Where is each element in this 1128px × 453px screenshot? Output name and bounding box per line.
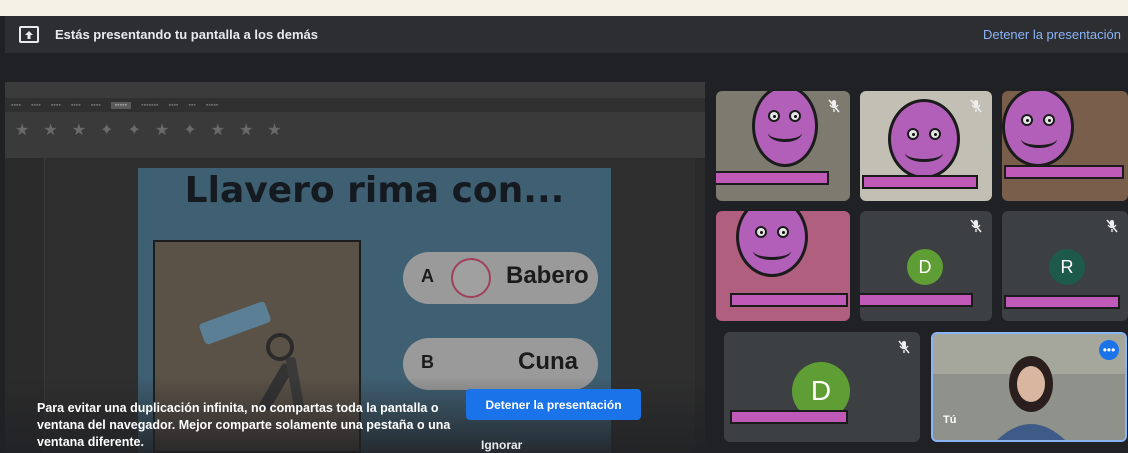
self-tile[interactable]: Tú ••• [931, 332, 1127, 442]
option-a-word: Babero [506, 262, 589, 289]
redacted-name [730, 410, 848, 424]
avatar: R [1049, 249, 1085, 285]
ppt-ribbon-tabs: ▪▪▪▪ ▪▪▪▪ ▪▪▪▪ ▪▪▪▪ ▪▪▪▪ ▪▪▪▪▪ ▪▪▪▪▪▪▪ ▪▪▪▪ ▪▪▪ ▪… [5, 98, 705, 112]
duplication-warning: Para evitar una duplicación infinita, no… [37, 401, 451, 449]
mic-muted-icon [898, 340, 910, 354]
more-options-icon[interactable]: ••• [1099, 340, 1119, 360]
option-a-letter: A [421, 266, 434, 286]
ppt-titlebar [5, 82, 705, 98]
redacted-name [860, 293, 973, 307]
banner-stop-presenting-link[interactable]: Detener la presentación [983, 27, 1121, 42]
participant-tile[interactable]: R [1002, 211, 1128, 321]
participant-tile[interactable] [1002, 91, 1128, 201]
mic-muted-icon [970, 219, 982, 233]
mic-muted-icon [1106, 219, 1118, 233]
participant-tile[interactable] [716, 211, 850, 321]
present-screen-icon [19, 26, 39, 43]
self-label: Tú [943, 414, 957, 426]
self-video [933, 334, 1125, 440]
redacted-name [1004, 165, 1124, 179]
option-b-word: Cuna [518, 348, 578, 375]
avatar: D [907, 249, 943, 285]
ignore-button[interactable]: Ignorar [481, 438, 522, 452]
presenting-banner: Estás presentando tu pantalla a los demá… [5, 16, 1128, 53]
slide-title: Llavero rima con... [184, 170, 565, 211]
banner-text: Estás presentando tu pantalla a los demá… [55, 27, 318, 42]
smiley-face-icon [888, 99, 960, 179]
mic-muted-icon [970, 99, 982, 113]
ppt-ribbon: ★ ★ ★ ✦ ✦ ★ ✦ ★ ★ ★ [5, 112, 705, 158]
smiley-face-icon [736, 211, 808, 277]
shared-screen: ▪▪▪▪ ▪▪▪▪ ▪▪▪▪ ▪▪▪▪ ▪▪▪▪ ▪▪▪▪▪ ▪▪▪▪▪▪▪ ▪▪▪▪ ▪▪▪ ▪… [5, 82, 705, 453]
option-a: A Babero [403, 252, 598, 304]
top-strip [0, 0, 1128, 16]
participant-tile[interactable] [860, 91, 992, 201]
participant-tile[interactable] [716, 91, 850, 201]
option-b-letter: B [421, 352, 434, 372]
redacted-name [730, 293, 848, 307]
smiley-face-icon [752, 91, 818, 167]
redacted-name [862, 175, 978, 189]
meet-window: Estás presentando tu pantalla a los demá… [0, 0, 1128, 453]
stop-presenting-button[interactable]: Detener la presentación [466, 389, 641, 420]
participant-tile[interactable]: D [724, 332, 920, 442]
redacted-name [1004, 295, 1120, 309]
bib-icon [451, 258, 491, 298]
participant-tile[interactable]: D [860, 211, 992, 321]
smiley-face-icon [1002, 91, 1074, 167]
redacted-name [716, 171, 829, 185]
mic-muted-icon [828, 99, 840, 113]
